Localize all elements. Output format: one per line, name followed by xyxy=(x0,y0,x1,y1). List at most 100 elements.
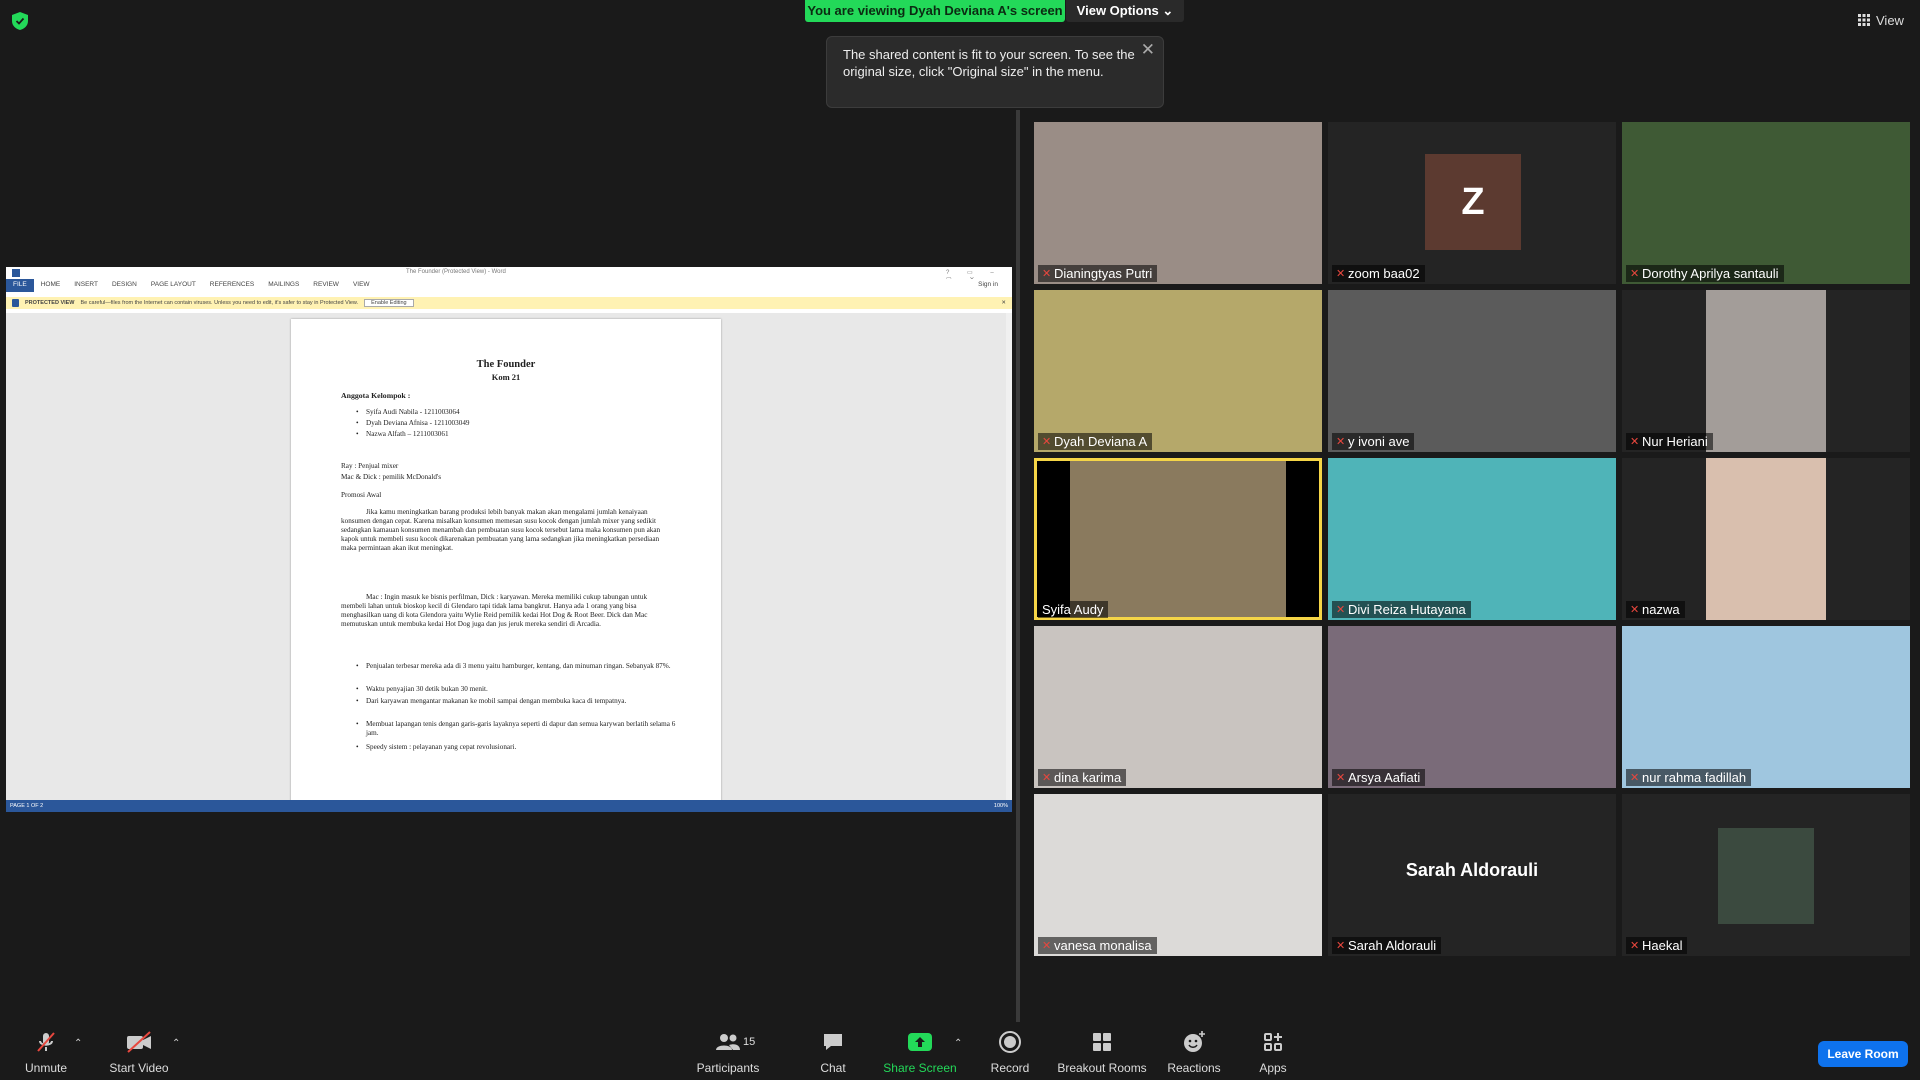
video-tile[interactable]: ✕ Haekal xyxy=(1622,794,1910,956)
enable-editing-button[interactable]: Enable Editing xyxy=(364,299,414,307)
video-tile[interactable]: ✕ Dorothy Aprilya santauli xyxy=(1622,122,1910,284)
participants-count: 15 xyxy=(743,1036,756,1048)
view-options-button[interactable]: View Options ⌄ xyxy=(1066,0,1184,22)
chevron-up-icon[interactable]: ⌃ xyxy=(954,1038,962,1049)
mic-muted-icon: ✕ xyxy=(1042,267,1052,280)
shield-icon xyxy=(12,299,19,307)
tab-page-layout[interactable]: PAGE LAYOUT xyxy=(144,279,203,292)
mic-muted-icon: ✕ xyxy=(1042,435,1052,448)
share-screen-icon xyxy=(908,1033,932,1051)
tab-references[interactable]: REFERENCES xyxy=(203,279,261,292)
tab-mailings[interactable]: MAILINGS xyxy=(261,279,306,292)
word-window-title: The Founder (Protected View) - Word xyxy=(406,269,506,275)
participant-name-tag: ✕ zoom baa02 xyxy=(1332,265,1425,282)
protected-view-message: Be careful—files from the Internet can c… xyxy=(80,300,359,306)
chat-button[interactable]: Chat xyxy=(808,1030,858,1075)
video-tile[interactable]: ✕ Divi Reiza Hutayana xyxy=(1328,458,1616,620)
video-tile-active-speaker[interactable]: Syifa Audy xyxy=(1034,458,1322,620)
record-button[interactable]: Record xyxy=(984,1030,1036,1075)
mic-muted-icon: ✕ xyxy=(1630,267,1640,280)
participants-icon xyxy=(716,1034,740,1050)
doc-title: The Founder xyxy=(476,359,536,370)
shared-screen-word-window: The Founder (Protected View) - Word ? ▭ … xyxy=(6,267,1012,812)
video-tile[interactable]: ✕ Arsya Aafiati xyxy=(1328,626,1616,788)
unmute-label: Unmute xyxy=(24,1061,68,1075)
participant-name: Dorothy Aprilya santauli xyxy=(1642,266,1779,281)
protected-view-bar: PROTECTED VIEW Be careful—files from the… xyxy=(6,297,1012,309)
video-tile[interactable]: Sarah Aldorauli ✕ Sarah Aldorauli xyxy=(1328,794,1616,956)
participant-name: Syifa Audy xyxy=(1042,602,1104,617)
video-tile[interactable]: ✕ vanesa monalisa xyxy=(1034,794,1322,956)
split-divider[interactable] xyxy=(1016,110,1020,1030)
list-item: Speedy sistem : pelayanan yang cepat rev… xyxy=(356,743,676,752)
apps-label: Apps xyxy=(1259,1061,1287,1075)
reactions-label: Reactions xyxy=(1167,1061,1221,1075)
apps-button[interactable]: Apps xyxy=(1250,1030,1296,1075)
word-status-bar: PAGE 1 OF 2 100% xyxy=(6,800,1012,812)
chevron-up-icon[interactable]: ⌃ xyxy=(172,1038,180,1049)
video-tile[interactable]: ✕ nazwa xyxy=(1622,458,1910,620)
apps-icon xyxy=(1264,1033,1282,1051)
list-item: Nazwa Alfath – 1211003061 xyxy=(356,430,676,439)
participant-name-tag: ✕ Sarah Aldorauli xyxy=(1332,937,1442,954)
word-ribbon-tabs: FILE HOME INSERT DESIGN PAGE LAYOUT REFE… xyxy=(6,279,1012,292)
vertical-scrollbar[interactable] xyxy=(1006,313,1012,800)
protected-view-label: PROTECTED VIEW xyxy=(25,300,75,306)
view-button[interactable]: View xyxy=(1858,10,1904,30)
start-video-button[interactable]: Start Video xyxy=(104,1030,174,1075)
video-tile[interactable]: ✕ nur rahma fadillah xyxy=(1622,626,1910,788)
participant-name-tag: ✕ Dorothy Aprilya santauli xyxy=(1626,265,1784,282)
list-item: Dari karyawan mengantar makanan ke mobil… xyxy=(356,697,676,706)
participant-name: Dyah Deviana A xyxy=(1054,434,1148,449)
video-tile[interactable]: Z ✕ zoom baa02 xyxy=(1328,122,1616,284)
viewing-screen-banner: You are viewing Dyah Deviana A's screen xyxy=(805,0,1065,22)
sign-in-link[interactable]: Sign in xyxy=(978,279,1012,292)
tab-home[interactable]: HOME xyxy=(34,279,68,292)
mic-muted-icon: ✕ xyxy=(1042,939,1052,952)
participant-name-tag: ✕ y ivoni ave xyxy=(1332,433,1415,450)
participant-display-name: Sarah Aldorauli xyxy=(1405,860,1539,880)
video-tile[interactable]: ✕ Dianingtyas Putri xyxy=(1034,122,1322,284)
doc-line: Ray : Penjual mixer xyxy=(341,462,399,470)
list-item: Penjualan terbesar mereka ada di 3 menu … xyxy=(356,662,676,671)
share-screen-button[interactable]: Share Screen xyxy=(882,1030,958,1075)
participant-name-tag: ✕ dina karima xyxy=(1038,769,1127,786)
mic-off-icon xyxy=(37,1032,55,1052)
mic-muted-icon: ✕ xyxy=(1336,939,1346,952)
breakout-rooms-label: Breakout Rooms xyxy=(1057,1061,1147,1075)
chat-icon xyxy=(824,1034,842,1050)
chevron-up-icon[interactable]: ⌃ xyxy=(74,1038,82,1049)
participant-name: y ivoni ave xyxy=(1348,434,1410,449)
avatar xyxy=(1718,828,1814,924)
mic-muted-icon: ✕ xyxy=(1630,603,1640,616)
tab-file[interactable]: FILE xyxy=(6,279,34,292)
chat-label: Chat xyxy=(820,1061,846,1075)
leave-room-button[interactable]: Leave Room xyxy=(1818,1041,1908,1067)
participant-name-tag: ✕ Arsya Aafiati xyxy=(1332,769,1426,786)
participant-name-tag: ✕ vanesa monalisa xyxy=(1038,937,1157,954)
video-tile[interactable]: ✕ Dyah Deviana A xyxy=(1034,290,1322,452)
participant-name-tag: ✕ Divi Reiza Hutayana xyxy=(1332,601,1471,618)
participant-name-tag: ✕ nazwa xyxy=(1626,601,1685,618)
video-tile[interactable]: ✕ y ivoni ave xyxy=(1328,290,1616,452)
word-logo-icon xyxy=(12,269,20,277)
doc-paragraph: Mac : Ingin masuk ke bisnis perfilman, D… xyxy=(341,593,648,628)
breakout-rooms-button[interactable]: Breakout Rooms xyxy=(1056,1030,1148,1075)
video-tile[interactable]: ✕ dina karima xyxy=(1034,626,1322,788)
security-shield-icon[interactable] xyxy=(12,12,28,30)
meeting-toolbar xyxy=(0,1022,1920,1080)
close-icon[interactable]: ✕ xyxy=(1141,41,1155,58)
close-icon[interactable]: ✕ xyxy=(1001,300,1006,306)
tab-view[interactable]: VIEW xyxy=(346,279,377,292)
video-tile[interactable]: ✕ Nur Heriani xyxy=(1622,290,1910,452)
participant-name: nazwa xyxy=(1642,602,1680,617)
mic-muted-icon: ✕ xyxy=(1630,771,1640,784)
unmute-button[interactable]: Unmute xyxy=(18,1030,74,1075)
reactions-button[interactable]: Reactions xyxy=(1162,1030,1226,1075)
tab-review[interactable]: REVIEW xyxy=(306,279,346,292)
participant-name-tag: Syifa Audy xyxy=(1038,601,1109,618)
list-item: Waktu penyajian 30 detik bukan 30 menit. xyxy=(356,685,676,694)
tab-insert[interactable]: INSERT xyxy=(67,279,105,292)
tab-design[interactable]: DESIGN xyxy=(105,279,144,292)
participant-name: Haekal xyxy=(1642,938,1683,953)
